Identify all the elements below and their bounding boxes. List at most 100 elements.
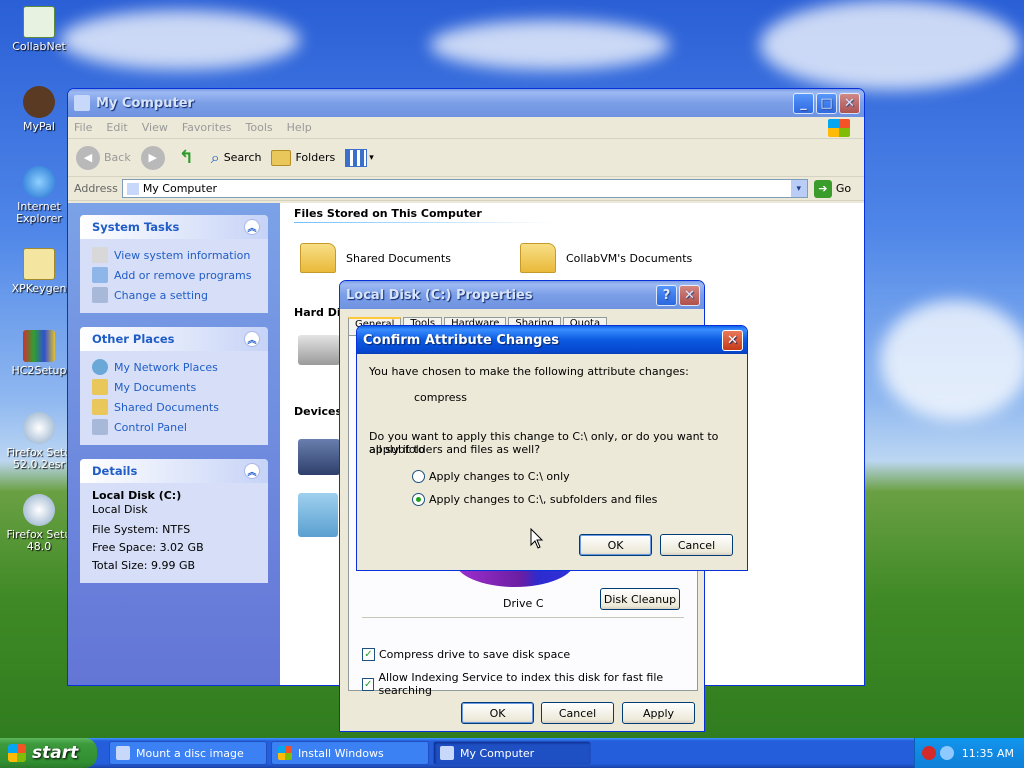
floppy-drive-icon[interactable]	[298, 439, 340, 475]
section-files-stored: Files Stored on This Computer	[294, 207, 482, 220]
apply-subfolders-radio[interactable]: Apply changes to C:\, subfolders and fil…	[412, 493, 657, 506]
confirm-question-line2: all subfolders and files as well?	[369, 443, 541, 456]
menu-edit[interactable]: Edit	[106, 121, 127, 134]
up-button[interactable]: ↰	[179, 147, 201, 169]
views-button[interactable]: ▾	[345, 148, 374, 167]
compress-checkbox[interactable]: ✓ Compress drive to save disk space	[362, 648, 570, 661]
collapse-icon[interactable]: ︽	[244, 219, 260, 235]
taskbar-item-my-computer[interactable]: My Computer	[433, 741, 591, 765]
folders-button[interactable]: Folders	[271, 149, 335, 166]
back-button[interactable]: ◀ Back	[76, 145, 131, 170]
cancel-button[interactable]: Cancel	[541, 702, 614, 724]
window-icon	[116, 746, 130, 760]
my-network-places-link[interactable]: My Network Places	[92, 357, 260, 377]
folder-icon	[300, 243, 336, 273]
forward-button[interactable]: ▶	[140, 145, 169, 170]
taskbar-item-install-windows[interactable]: Install Windows	[271, 741, 429, 765]
menu-view[interactable]: View	[142, 121, 168, 134]
properties-titlebar[interactable]: Local Disk (C:) Properties ? ✕	[340, 281, 704, 309]
firefox-setup-icon	[23, 494, 55, 526]
close-button[interactable]: ✕	[722, 329, 743, 351]
add-remove-programs-link[interactable]: Add or remove programs	[92, 265, 260, 285]
network-icon[interactable]	[939, 746, 954, 760]
confirm-titlebar[interactable]: Confirm Attribute Changes ✕	[357, 326, 747, 354]
apply-button[interactable]: Apply	[622, 702, 695, 724]
desktop-icon-xpkeygen[interactable]: XPKeygen	[2, 248, 76, 295]
internet-explorer-icon	[23, 166, 55, 198]
indexing-checkbox[interactable]: ✓ Allow Indexing Service to index this d…	[362, 671, 704, 697]
desktop-icon-firefox-52[interactable]: Firefox Setu 52.0.2esr	[2, 412, 76, 471]
address-input[interactable]: My Computer ▾	[121, 179, 808, 198]
menu-tools[interactable]: Tools	[246, 121, 273, 134]
desktop-icon-hc2setup[interactable]: HC2Setup	[2, 330, 76, 377]
start-button[interactable]: start	[0, 738, 97, 768]
control-panel-icon	[92, 419, 108, 435]
help-button[interactable]: ?	[656, 284, 677, 306]
collapse-icon[interactable]: ︽	[244, 463, 260, 479]
confirm-title: Confirm Attribute Changes	[363, 332, 560, 348]
views-icon	[345, 148, 368, 167]
maximize-button[interactable]: □	[816, 92, 837, 114]
address-bar: Address My Computer ▾ ➔ Go	[68, 177, 864, 201]
desktop-icon-mypal[interactable]: MyPal	[2, 86, 76, 133]
details-name: Local Disk (C:)	[92, 489, 182, 502]
shared-documents-link[interactable]: Shared Documents	[92, 397, 260, 417]
cloud	[430, 20, 670, 70]
collapse-icon[interactable]: ︽	[244, 331, 260, 347]
search-icon: ⌕	[210, 147, 220, 167]
ok-button[interactable]: OK	[579, 534, 652, 556]
shared-documents-folder[interactable]: Shared Documents	[300, 243, 451, 273]
hard-disk-icon[interactable]	[298, 335, 340, 365]
control-panel-link[interactable]: Control Panel	[92, 417, 260, 437]
close-button[interactable]: ✕	[839, 92, 860, 114]
change-setting-link[interactable]: Change a setting	[92, 285, 260, 305]
address-dropdown-icon[interactable]: ▾	[790, 180, 807, 197]
other-places-header[interactable]: Other Places ︽	[80, 327, 268, 351]
checkmark-icon: ✓	[362, 648, 375, 661]
drive-label: Drive C	[503, 597, 544, 610]
search-button[interactable]: ⌕ Search	[211, 148, 262, 168]
go-button[interactable]: ➔ Go	[813, 179, 851, 198]
security-shield-icon[interactable]	[921, 746, 936, 760]
collabnet-icon	[23, 6, 55, 38]
system-tasks-panel: System Tasks ︽ View system information A…	[80, 215, 268, 313]
details-filesystem: File System: NTFS	[92, 523, 191, 536]
menu-bar: File Edit View Favorites Tools Help	[68, 117, 864, 139]
folder-icon	[92, 379, 108, 395]
my-documents-link[interactable]: My Documents	[92, 377, 260, 397]
cancel-button[interactable]: Cancel	[660, 534, 733, 556]
cd-drive-icon[interactable]	[298, 493, 338, 537]
cloud	[60, 10, 300, 70]
divider	[362, 617, 684, 618]
task-pane: System Tasks ︽ View system information A…	[68, 203, 280, 685]
menu-help[interactable]: Help	[287, 121, 312, 134]
section-divider	[294, 222, 554, 223]
firefox-setup-icon	[23, 412, 55, 444]
go-arrow-icon: ➔	[813, 179, 832, 198]
forward-arrow-icon: ▶	[140, 145, 165, 170]
computer-icon	[440, 746, 454, 760]
folder-up-icon: ↰	[178, 146, 194, 168]
my-computer-titlebar[interactable]: My Computer _ □ ✕	[68, 89, 864, 117]
desktop-icon-ie[interactable]: Internet Explorer	[2, 166, 76, 225]
xpkeygen-icon	[23, 248, 55, 280]
menu-favorites[interactable]: Favorites	[182, 121, 232, 134]
disk-cleanup-button[interactable]: Disk Cleanup	[600, 588, 680, 610]
system-tasks-header[interactable]: System Tasks ︽	[80, 215, 268, 239]
minimize-button[interactable]: _	[793, 92, 814, 114]
close-button[interactable]: ✕	[679, 284, 700, 306]
view-system-info-link[interactable]: View system information	[92, 245, 260, 265]
desktop-icon-firefox-48[interactable]: Firefox Setu 48.0	[2, 494, 76, 553]
details-type: Local Disk	[92, 503, 148, 516]
desktop-icon-collabnet[interactable]: CollabNet	[2, 6, 76, 53]
collabvm-documents-folder[interactable]: CollabVM's Documents	[520, 243, 692, 273]
ok-button[interactable]: OK	[461, 702, 534, 724]
back-arrow-icon: ◀	[76, 145, 100, 170]
taskbar-item-mount-disc[interactable]: Mount a disc image	[109, 741, 267, 765]
apply-c-only-radio[interactable]: Apply changes to C:\ only	[412, 470, 570, 483]
computer-icon	[126, 182, 139, 195]
clock[interactable]: 11:35 AM	[962, 747, 1014, 760]
details-free-space: Free Space: 3.02 GB	[92, 541, 204, 554]
menu-file[interactable]: File	[74, 121, 92, 134]
details-header[interactable]: Details ︽	[80, 459, 268, 483]
